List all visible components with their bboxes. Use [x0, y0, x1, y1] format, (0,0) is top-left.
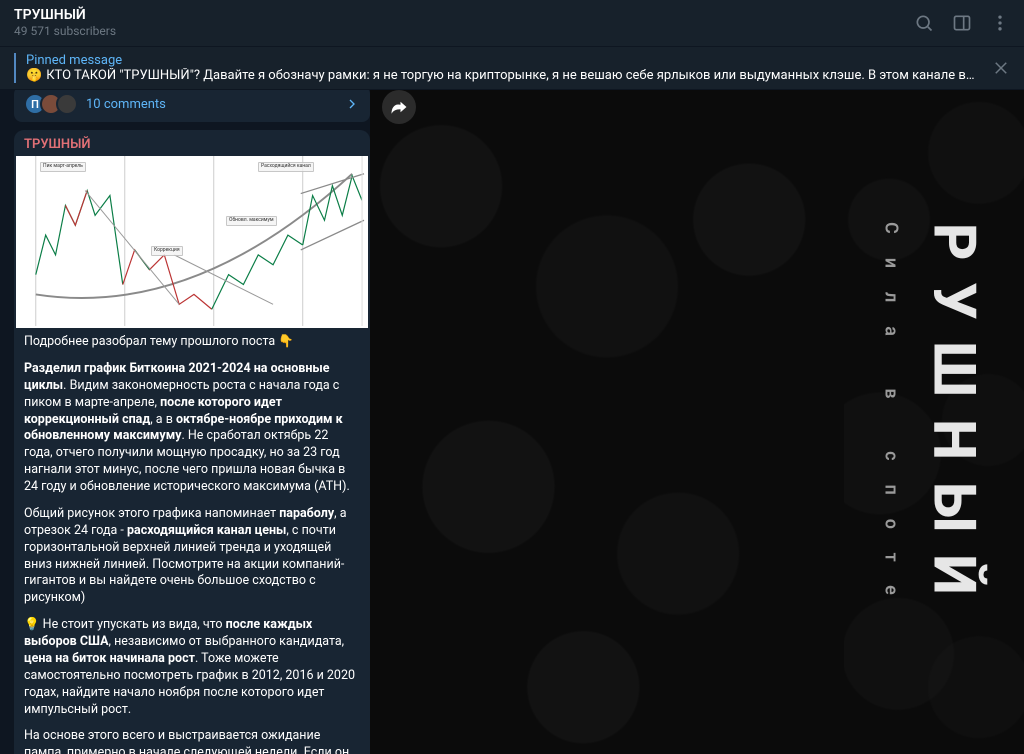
post-intro: Подробнее разобрал тему прошлого поста 👇 [24, 334, 360, 351]
post-paragraph: Общий рисунок этого графика напоминает п… [24, 506, 360, 607]
channel-title: ТРУШНЫЙ [14, 8, 914, 23]
share-button[interactable] [382, 90, 416, 124]
chart-annotation: Коррекция [151, 246, 183, 256]
chat-background [370, 86, 844, 754]
message-bubble: ТРУШНЫЙ [14, 130, 370, 754]
post-paragraph: На основе этого всего и выстраивается ож… [24, 728, 360, 754]
chart-annotation: Пик март-апрель [40, 162, 86, 172]
message-column: П 10 comments ТРУШНЫЙ [14, 86, 370, 754]
post-paragraph: 💡 Не стоит упускать из вида, что после к… [24, 617, 360, 718]
comments-count: 10 comments [86, 97, 344, 112]
pinned-emoji: 🤫 [26, 68, 42, 83]
chevron-right-icon [344, 96, 360, 112]
chat-content: Сила в споте РУШНЫЙ П 10 comments ТРУШНЫ… [0, 86, 1024, 754]
chart-annotation: Обновл. максимум [226, 216, 277, 226]
channel-subscribers: 49 571 subscribers [14, 25, 914, 38]
message-sender[interactable]: ТРУШНЫЙ [14, 130, 370, 156]
pinned-label: Pinned message [26, 53, 980, 68]
pinned-text: КТО ТАКОЙ "ТРУШНЫЙ"? Давайте я обозначу … [46, 68, 980, 83]
search-icon[interactable] [914, 13, 934, 33]
chat-header-titles[interactable]: ТРУШНЫЙ 49 571 subscribers [14, 8, 914, 38]
comments-bar[interactable]: П 10 comments [14, 86, 370, 122]
message-body: Подробнее разобрал тему прошлого поста 👇… [14, 334, 370, 754]
comment-avatars: П [24, 93, 78, 115]
sidebar-toggle-icon[interactable] [952, 13, 972, 33]
brand-panel: Сила в споте РУШНЫЙ [844, 86, 1024, 754]
brand-subtitle: Сила в споте [881, 222, 902, 619]
chat-header: ТРУШНЫЙ 49 571 subscribers [0, 0, 1024, 47]
chart-attachment[interactable]: Пик март-апрель Расходящийся канал Корре… [16, 156, 368, 328]
more-icon[interactable] [990, 13, 1010, 33]
brand-title: РУШНЫЙ [920, 223, 988, 617]
close-icon[interactable] [992, 59, 1010, 77]
avatar [56, 93, 78, 115]
pinned-message-bar[interactable]: Pinned message 🤫 КТО ТАКОЙ "ТРУШНЫЙ"? Да… [0, 47, 1024, 90]
chart-annotation: Расходящийся канал [258, 162, 314, 172]
post-paragraph: Разделил график Биткоина 2021-2024 на ос… [24, 361, 360, 496]
